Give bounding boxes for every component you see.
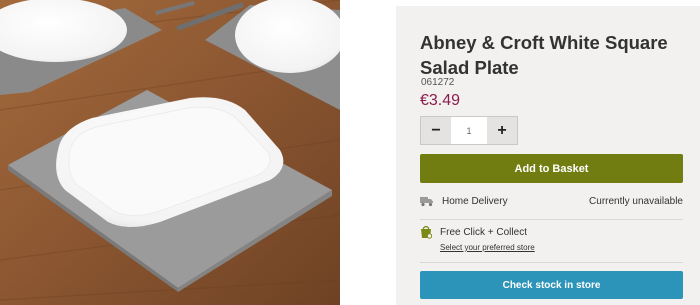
delivery-status: Currently unavailable	[589, 195, 683, 207]
quantity-input[interactable]	[451, 117, 487, 144]
divider	[420, 219, 683, 220]
home-delivery-row: Home Delivery Currently unavailable	[420, 191, 683, 211]
decrement-button[interactable]: −	[421, 117, 451, 144]
product-photo-illustration	[0, 0, 340, 305]
click-collect-row: Free Click + Collect Select your preferr…	[420, 225, 683, 252]
click-collect-label: Free Click + Collect	[440, 226, 527, 238]
product-image	[0, 0, 340, 305]
increment-button[interactable]: +	[487, 117, 517, 144]
product-title: Abney & Croft White Square Salad Plate	[420, 32, 668, 78]
home-delivery-label: Home Delivery	[442, 195, 508, 207]
add-to-basket-button[interactable]: Add to Basket	[420, 154, 683, 183]
product-price: €3.49	[420, 92, 461, 109]
product-sku: 061272	[421, 77, 455, 88]
shopping-bag-icon	[420, 225, 432, 239]
quantity-stepper: − +	[420, 116, 518, 145]
check-stock-button[interactable]: Check stock in store	[420, 271, 683, 299]
truck-icon	[420, 196, 434, 207]
divider	[420, 262, 683, 263]
select-store-link[interactable]: Select your preferred store	[440, 243, 683, 252]
product-details-panel: Abney & Croft White Square Salad Plate 0…	[396, 6, 700, 305]
